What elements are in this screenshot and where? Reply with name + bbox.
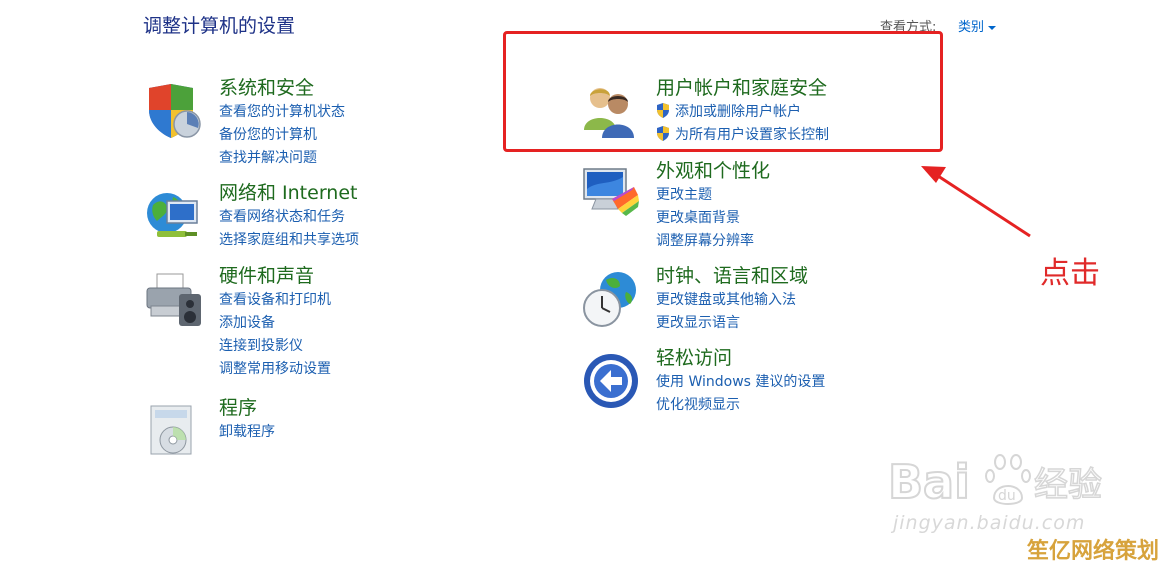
watermark-site-name: 笙亿网络策划 [1027,539,1160,564]
svg-text:Bai: Bai [888,455,970,509]
svg-text:du: du [998,488,1016,504]
baidu-watermark: Bai du 经验 [887,450,1108,514]
baidu-paw-logo: Bai du 经验 [887,454,1103,510]
annotation-label: 点击 [1040,256,1100,291]
svg-text:经验: 经验 [1034,465,1102,505]
watermark-url: jingyan.baidu.com [893,512,1086,534]
